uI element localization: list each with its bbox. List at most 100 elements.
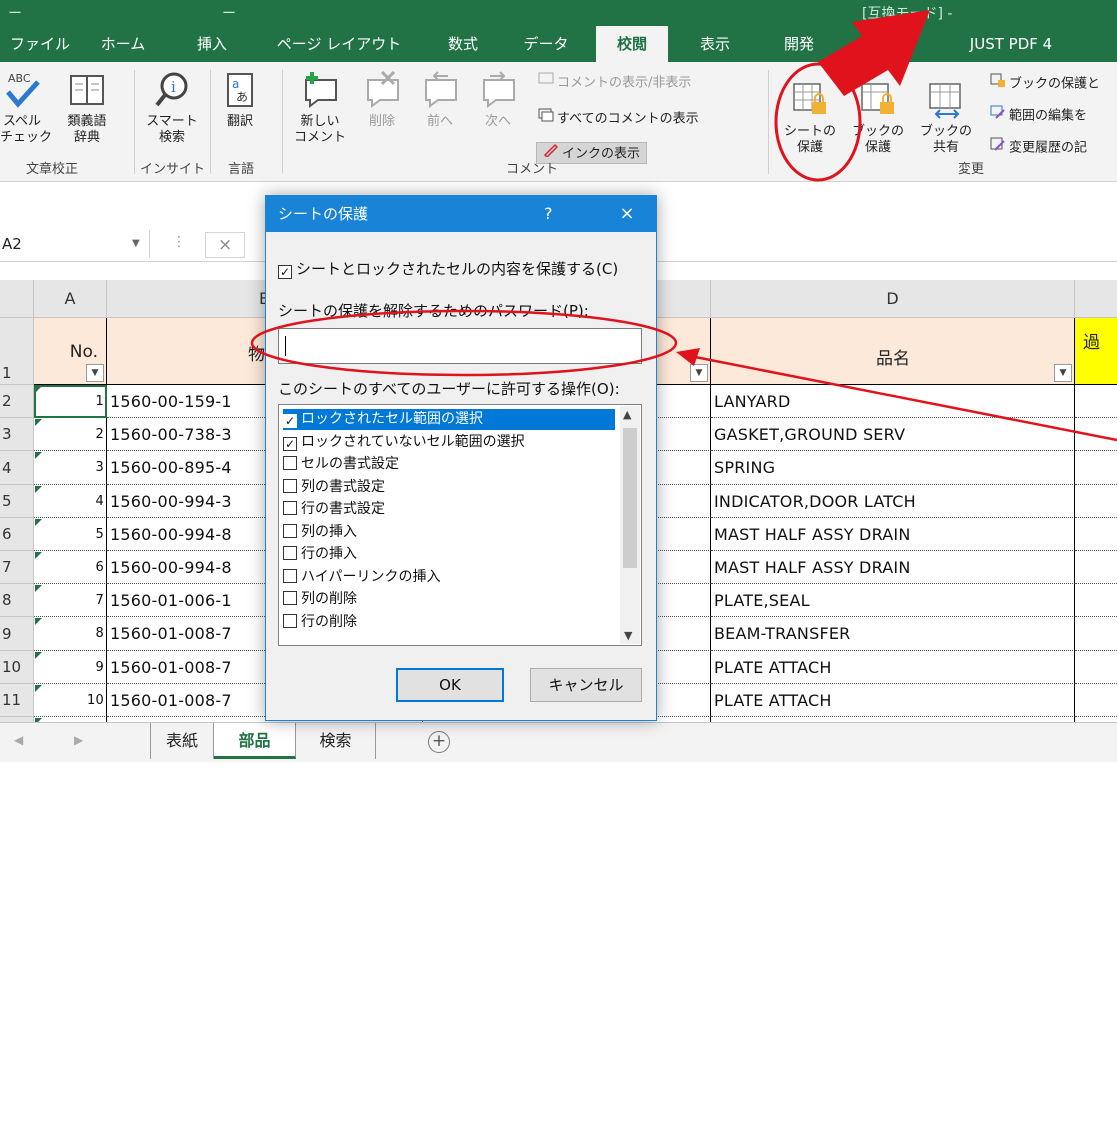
new-comment-button[interactable]: 新しい コメント [290,70,350,146]
protect-sheet-button[interactable]: シートの 保護 [780,80,840,156]
track-changes-button[interactable]: 変更履歴の記 [990,136,1087,158]
option-item[interactable]: ✓ ロックされていないセル範囲の選択 [283,432,615,453]
cell-extra[interactable] [1075,684,1117,717]
checkbox-icon[interactable]: ✓ [283,414,297,428]
row-header[interactable]: 10 [0,651,34,684]
cell-name[interactable]: MAST HALF ASSY DRAIN [711,518,1075,551]
thesaurus-button[interactable]: 類義語 辞典 [58,70,116,146]
tab-formulas[interactable]: 数式 [438,26,488,62]
option-item[interactable]: ハイパーリンクの挿入 [283,567,615,588]
row-header[interactable]: 2 [0,385,34,418]
share-workbook-button[interactable]: ブックの 共有 [916,80,976,156]
option-item[interactable]: 列の挿入 [283,522,615,543]
column-header-e[interactable] [1075,280,1117,318]
cell-name[interactable]: PLATE ATTACH [711,651,1075,684]
cell-extra[interactable] [1075,518,1117,551]
scroll-down-icon[interactable]: ▼ [624,629,632,642]
sheet-tab-parts[interactable]: 部品 [214,723,296,759]
checkbox-icon[interactable] [283,591,297,605]
row-header[interactable]: 3 [0,418,34,451]
ok-button[interactable]: OK [396,668,504,702]
cell-no[interactable]: 3 [34,451,107,485]
next-comment-button[interactable]: 次へ [476,70,520,130]
show-all-comments-button[interactable]: すべてのコメントの表示 [538,108,699,130]
tab-review[interactable]: 校閲 [596,26,668,62]
option-item[interactable]: 行の挿入 [283,544,615,565]
password-input[interactable] [278,328,642,364]
filter-dropdown-icon[interactable]: ▼ [690,364,708,382]
smart-lookup-button[interactable]: i スマート 検索 [140,70,204,146]
formula-cancel-button[interactable]: × [205,232,245,258]
tab-home[interactable]: ホーム [88,26,158,62]
show-hide-comment-button[interactable]: コメントの表示/非表示 [538,72,691,94]
cell-no[interactable]: 8 [34,617,107,651]
row-header[interactable]: 9 [0,617,34,651]
checkbox-icon[interactable] [283,613,297,628]
cell-no[interactable]: 2 [34,418,107,451]
cell-no[interactable]: 4 [34,485,107,518]
tab-insert[interactable]: 挿入 [184,26,240,62]
cell-no[interactable]: 9 [34,651,107,684]
scrollbar-thumb[interactable] [623,428,637,568]
option-item[interactable]: セルの書式設定 [283,454,615,475]
cell-name[interactable]: PLATE,SEAL [711,584,1075,617]
cell-name[interactable]: GASKET,GROUND SERV [711,418,1075,451]
allow-edit-ranges-button[interactable]: 範囲の編集を [990,104,1087,126]
add-sheet-icon[interactable]: + [428,731,450,753]
name-box[interactable]: A2 ▼ [0,230,150,258]
cell-name[interactable]: BEAM-TRANSFER [711,617,1075,651]
cell-name[interactable]: SPRING [711,451,1075,485]
scroll-left-icon[interactable]: ◀ [14,733,23,747]
cell-extra[interactable] [1075,451,1117,485]
tab-data[interactable]: データ [516,26,576,62]
close-icon[interactable]: × [612,196,642,232]
filter-dropdown-icon[interactable]: ▼ [1054,364,1072,382]
help-icon[interactable]: ? [544,196,553,232]
checkbox-icon[interactable] [283,523,297,538]
cell-extra[interactable] [1075,584,1117,617]
cell-no[interactable]: 6 [34,551,107,584]
translate-button[interactable]: a あ 翻訳 [214,70,266,130]
option-item[interactable]: ✓ ロックされたセル範囲の選択 [283,409,615,430]
tab-page-layout[interactable]: ページ レイアウト [270,26,408,62]
option-item[interactable]: 行の書式設定 [283,499,615,520]
column-header-d[interactable]: D [711,280,1075,318]
cell-no[interactable]: 10 [34,684,107,717]
cell-name[interactable]: PLATE ATTACH [711,684,1075,717]
checkbox-icon[interactable] [283,478,297,493]
tab-just-pdf[interactable]: JUST PDF 4 [956,26,1066,62]
cell-extra[interactable] [1075,485,1117,518]
checkbox-icon[interactable]: ✓ [283,436,297,451]
cell-extra[interactable] [1075,617,1117,651]
filter-dropdown-icon[interactable]: ▼ [86,364,104,382]
row-header[interactable]: 5 [0,485,34,518]
list-scrollbar[interactable]: ▲ ▼ [620,406,640,644]
checkbox-icon[interactable] [283,546,297,560]
cell-no[interactable]: 7 [34,584,107,617]
chevron-down-icon[interactable]: ▼ [132,230,140,258]
cell-name[interactable]: INDICATOR,DOOR LATCH [711,485,1075,518]
cell-no[interactable]: 1 [34,385,107,418]
row-header[interactable]: 1 [0,318,34,385]
cell-name[interactable]: LANYARD [711,385,1075,418]
checkbox-icon[interactable] [283,568,297,583]
row-header[interactable]: 11 [0,684,34,717]
sheet-tab-search[interactable]: 検索 [296,723,376,759]
cancel-button[interactable]: キャンセル [530,668,642,702]
scroll-up-icon[interactable]: ▲ [623,408,631,421]
tab-developer[interactable]: 開発 [774,26,824,62]
scroll-right-icon[interactable]: ▶ [74,733,83,747]
allowed-operations-list[interactable]: ✓ ロックされたセル範囲の選択 ✓ ロックされていないセル範囲の選択 セルの書式設定 列の… [278,404,642,646]
select-all-corner[interactable] [0,280,34,318]
checkbox-icon[interactable] [283,456,297,470]
row-header[interactable]: 6 [0,518,34,551]
previous-comment-button[interactable]: 前へ [418,70,462,130]
cell-extra[interactable] [1075,418,1117,451]
cell-extra[interactable] [1075,385,1117,418]
cell-extra[interactable] [1075,551,1117,584]
protect-and-share-button[interactable]: ブックの保護と [990,72,1100,94]
row-header[interactable]: 8 [0,584,34,617]
spell-check-button[interactable]: ABC スペル チェック [0,70,52,146]
cell-extra[interactable] [1075,651,1117,684]
sheet-tab-cover[interactable]: 表紙 [150,723,214,759]
